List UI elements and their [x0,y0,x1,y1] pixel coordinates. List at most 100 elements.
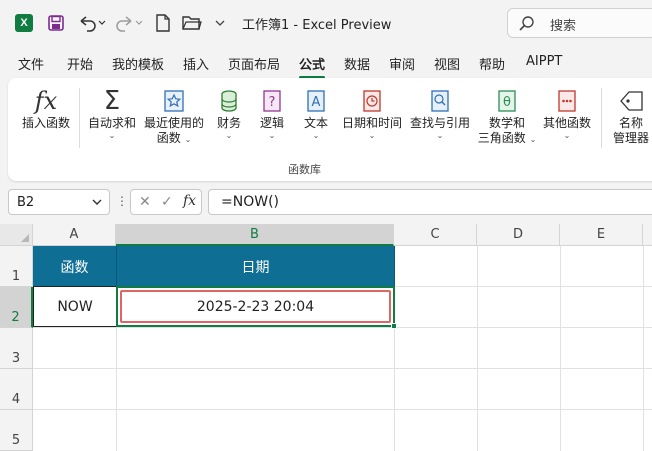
row-header-1[interactable]: 1 [0,246,33,287]
enter-icon[interactable]: ✓ [161,194,173,210]
fill-handle[interactable] [391,323,397,329]
fx-glyph: fx [34,87,58,115]
name-manager-label-2: 管理器 [612,131,649,145]
dots-book-icon [540,86,594,116]
gridline [643,246,644,451]
formula-bar-grip-icon[interactable]: ⋮ [116,194,128,208]
ribbon-formulas: fx 插入函数 Σ 自动求和 ⌄ 最近使用的 函数 ⌄ 财务 ⌄ ? 逻辑 ⌄ … [8,78,652,181]
math-trig-label-2: 三角函数 ⌄ [477,131,537,145]
name-manager-label-1: 名称 [618,116,643,130]
formula-input[interactable]: =NOW() [208,189,652,215]
tab-review[interactable]: 审阅 [389,54,415,73]
insert-function-button[interactable]: fx 插入函数 [20,86,72,131]
text-book-icon: A [297,86,335,116]
math-trig-button[interactable]: θ 数学和 三角函数 ⌄ [476,86,538,146]
tag-icon [608,86,652,116]
cell-a1[interactable]: 函数 [33,246,117,287]
tab-aippt[interactable]: AIPPT [526,54,562,69]
formula-buttons: ✕ ✓ fx [130,189,202,215]
financial-label: 财务 [216,116,241,130]
gridline [477,246,478,451]
excel-logo: X [14,13,34,33]
tab-data[interactable]: 数据 [344,54,370,73]
clock-book-icon [340,86,404,116]
coins-icon [210,86,248,116]
chevron-down-icon: ⌄ [312,131,320,140]
gridline [33,409,652,410]
undo-icon[interactable] [77,13,107,33]
row-header-3[interactable]: 3 [0,328,33,369]
autosum-button[interactable]: Σ 自动求和 ⌄ [84,86,140,141]
column-header-b[interactable]: B [116,224,394,246]
new-file-icon[interactable] [154,13,172,33]
chevron-down-icon: ⌄ [436,131,444,140]
ribbon-separator [601,88,602,148]
datetime-button[interactable]: 日期和时间 ⌄ [340,86,404,141]
question-book-icon: ? [253,86,291,116]
column-header-c[interactable]: C [394,224,477,246]
name-box[interactable]: B2 [8,189,110,215]
insert-function-label: 插入函数 [21,116,70,130]
datetime-label: 日期和时间 [341,116,402,130]
gridline [33,368,652,369]
column-header-e[interactable]: E [560,224,643,246]
cell-a2[interactable]: NOW [33,286,117,327]
formula-text: =NOW() [221,194,279,210]
chevron-down-icon: ⌄ [529,135,537,144]
formula-bar: B2 ⋮ ✕ ✓ fx =NOW() [0,186,652,218]
save-icon[interactable] [46,13,66,33]
cell-b2-active[interactable]: 2025-2-23 20:04 [116,286,395,327]
name-box-value: B2 [17,195,35,210]
column-header-partial[interactable] [643,224,652,246]
tab-file[interactable]: 文件 [18,54,44,73]
tab-page-layout[interactable]: 页面布局 [228,54,280,73]
star-book-icon [142,86,206,116]
lookup-label: 查找与引用 [409,116,470,130]
tab-formulas[interactable]: 公式 [299,54,326,79]
search-box[interactable]: 搜索 [507,8,652,38]
row-header-2[interactable]: 2 [0,287,33,328]
recently-used-label-2: 函数 ⌄ [156,131,192,145]
svg-text:θ: θ [503,95,511,110]
sigma-icon: Σ [103,86,121,116]
more-functions-label: 其他函数 [542,116,591,130]
document-title: 工作簿1 - Excel Preview [242,18,392,33]
financial-button[interactable]: 财务 ⌄ [210,86,248,141]
autosum-label: 自动求和 [87,116,136,130]
more-icon[interactable] [213,13,227,33]
recently-used-button[interactable]: 最近使用的 函数 ⌄ [142,86,206,146]
tab-view[interactable]: 视图 [434,54,460,73]
tab-home[interactable]: 开始 [67,54,93,73]
cell-b1[interactable]: 日期 [117,246,395,287]
lookup-button[interactable]: 查找与引用 ⌄ [408,86,472,141]
more-functions-button[interactable]: 其他函数 ⌄ [540,86,594,141]
column-header-a[interactable]: A [33,224,116,246]
insert-function-icon[interactable]: fx [183,193,196,209]
menu-bar: 文件 开始 我的模板 插入 页面布局 公式 数据 审阅 视图 帮助 AIPPT [0,50,652,79]
math-trig-label-1: 数学和 [488,116,525,130]
cancel-icon[interactable]: ✕ [139,194,151,210]
chevron-down-icon[interactable] [91,195,103,212]
gridline [560,246,561,451]
chevron-down-icon: ⌄ [108,131,116,140]
select-all-button[interactable] [0,224,33,246]
row-header-4[interactable]: 4 [0,369,33,410]
function-library-group-label: 函数库 [288,163,321,176]
recently-used-label-1: 最近使用的 [143,116,204,130]
svg-text:?: ? [269,95,276,110]
chevron-down-icon: ⌄ [184,135,192,144]
logical-button[interactable]: ? 逻辑 ⌄ [253,86,291,141]
tab-help[interactable]: 帮助 [479,54,505,73]
tab-insert[interactable]: 插入 [183,54,209,73]
svg-text:A: A [312,95,321,110]
ribbon-separator [79,88,80,148]
name-manager-button[interactable]: 名称 管理器 [608,86,652,146]
redo-icon[interactable] [115,13,145,33]
open-folder-icon[interactable] [181,13,203,33]
text-button[interactable]: A 文本 ⌄ [297,86,335,141]
column-header-d[interactable]: D [477,224,560,246]
search-icon [518,15,536,36]
tab-my-templates[interactable]: 我的模板 [112,54,164,73]
title-bar: X 工作簿1 - Excel Preview 搜索 [0,0,652,46]
row-header-5[interactable]: 5 [0,410,33,451]
